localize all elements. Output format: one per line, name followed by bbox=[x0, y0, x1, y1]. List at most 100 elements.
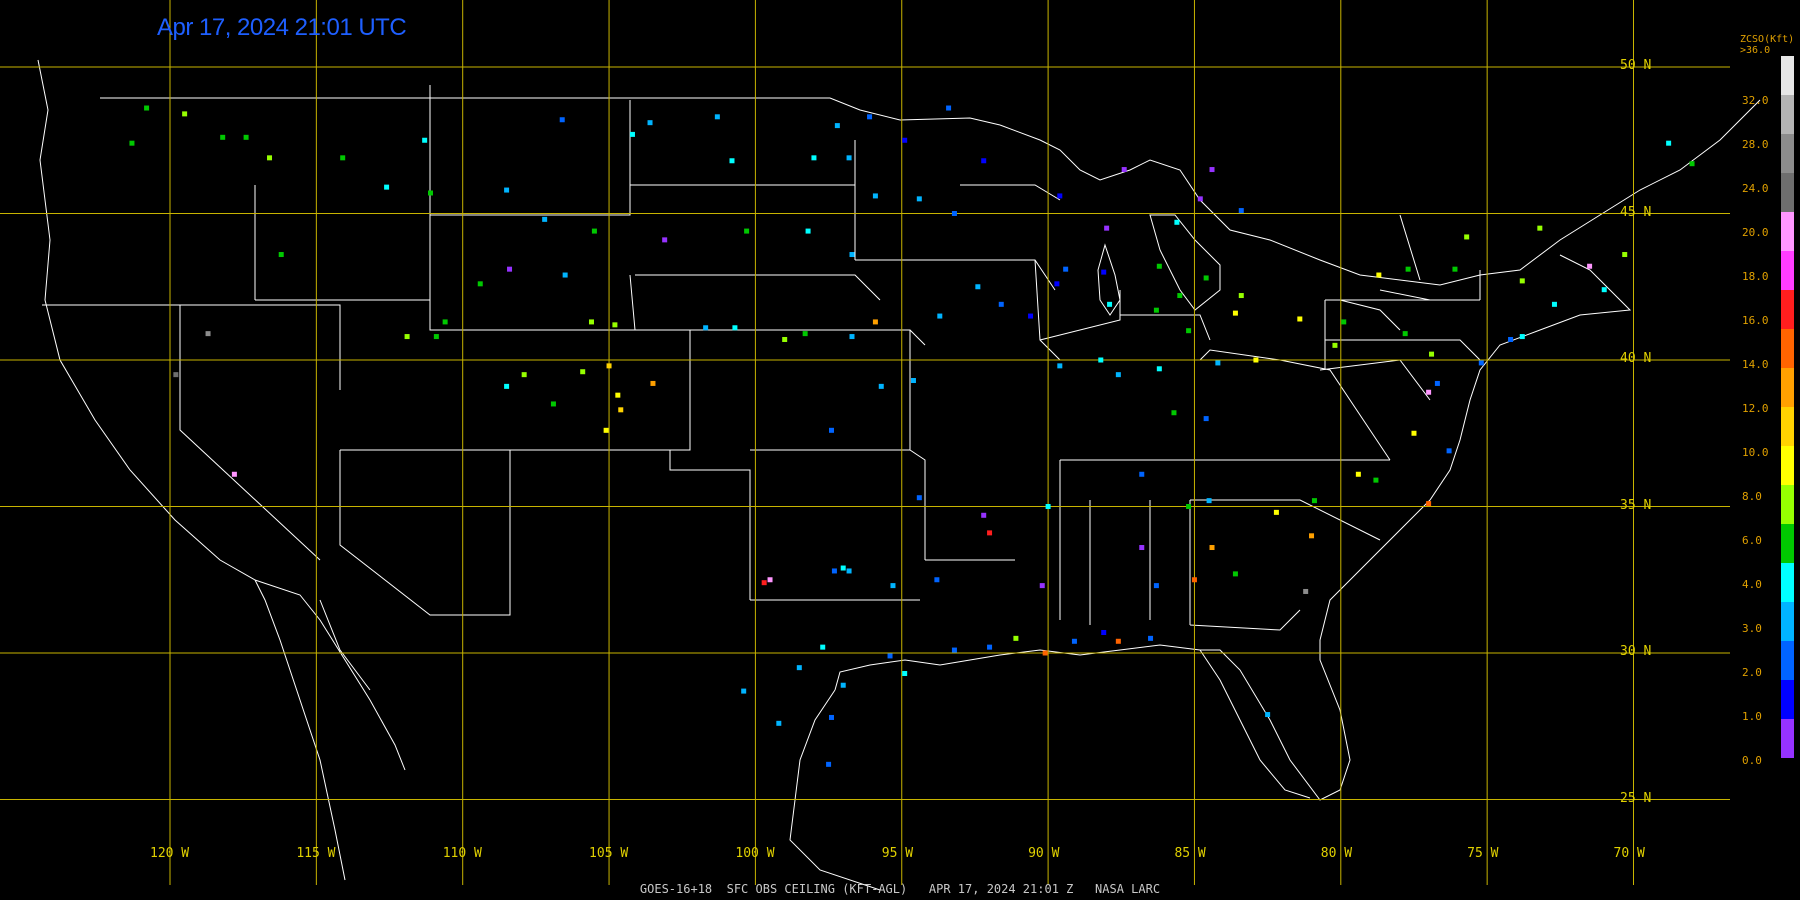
legend-value-label: 12.0 bbox=[1742, 402, 1769, 415]
station-marker bbox=[767, 577, 773, 583]
station-marker bbox=[776, 720, 782, 726]
station-marker bbox=[1666, 140, 1672, 146]
station-marker bbox=[744, 228, 750, 234]
station-marker bbox=[1426, 389, 1432, 395]
legend-swatch bbox=[1781, 290, 1794, 329]
station-marker bbox=[1203, 416, 1209, 422]
legend-value-label: 10.0 bbox=[1742, 446, 1769, 459]
state-boundaries bbox=[37, 59, 1761, 891]
station-marker bbox=[404, 334, 410, 340]
station-marker bbox=[1186, 504, 1192, 509]
station-marker bbox=[1332, 342, 1338, 348]
station-marker bbox=[741, 688, 747, 694]
station-marker bbox=[231, 471, 237, 477]
station-marker bbox=[1689, 161, 1695, 167]
station-marker bbox=[428, 190, 434, 196]
station-marker bbox=[205, 331, 211, 337]
station-marker bbox=[840, 682, 846, 688]
station-marker bbox=[829, 714, 835, 720]
station-marker bbox=[987, 530, 993, 536]
station-marker bbox=[550, 401, 556, 407]
station-marker bbox=[951, 647, 957, 653]
station-marker bbox=[829, 427, 835, 433]
product-footer: GOES-16+18 SFC OBS CEILING (KFT-AGL) APR… bbox=[639, 882, 1161, 896]
station-marker bbox=[916, 495, 922, 501]
station-marker bbox=[849, 252, 855, 258]
station-marker bbox=[834, 123, 840, 129]
station-marker bbox=[1311, 498, 1317, 504]
legend-swatch bbox=[1781, 329, 1794, 368]
station-marker bbox=[1209, 545, 1215, 551]
latitude-label: 50 N bbox=[1620, 58, 1652, 73]
legend-value-label: 14.0 bbox=[1742, 358, 1769, 371]
station-marker bbox=[831, 568, 837, 574]
station-marker bbox=[1098, 357, 1104, 363]
station-marker bbox=[1238, 293, 1244, 299]
station-marker bbox=[1341, 319, 1347, 325]
longitude-label: 75 W bbox=[1467, 846, 1499, 861]
legend-swatch bbox=[1781, 446, 1794, 485]
legend-value-label: 0.0 bbox=[1742, 754, 1762, 767]
station-marker bbox=[782, 336, 788, 342]
legend-swatch bbox=[1781, 719, 1794, 758]
station-marker bbox=[1197, 196, 1203, 202]
longitude-label: 115 W bbox=[296, 846, 336, 861]
station-marker bbox=[591, 228, 597, 234]
latitude-label: 25 N bbox=[1620, 790, 1652, 806]
station-marker bbox=[1121, 167, 1127, 173]
station-marker bbox=[975, 284, 981, 290]
station-marker bbox=[805, 228, 811, 234]
station-marker bbox=[1115, 372, 1121, 378]
station-marker bbox=[802, 331, 808, 337]
legend-value-label: 2.0 bbox=[1742, 666, 1762, 679]
legend-value-label: 20.0 bbox=[1742, 226, 1769, 239]
station-marker bbox=[1478, 360, 1484, 366]
station-marker bbox=[1426, 501, 1432, 507]
longitude-label: 100 W bbox=[735, 846, 775, 861]
station-marker bbox=[1622, 252, 1628, 258]
station-marker bbox=[1464, 234, 1470, 240]
station-marker bbox=[1297, 316, 1303, 322]
station-marker bbox=[951, 211, 957, 216]
station-marker bbox=[732, 325, 738, 331]
legend-swatch bbox=[1781, 251, 1794, 290]
station-marker bbox=[1429, 351, 1435, 357]
legend-value-label: 4.0 bbox=[1742, 578, 1762, 591]
latitude-label: 40 N bbox=[1620, 351, 1652, 366]
station-marker bbox=[1215, 360, 1221, 366]
station-marker bbox=[504, 383, 510, 389]
station-marker bbox=[1446, 448, 1452, 454]
station-marker bbox=[477, 281, 483, 287]
station-marker bbox=[902, 671, 908, 677]
station-marker bbox=[1153, 583, 1159, 589]
station-marker bbox=[278, 252, 284, 258]
station-marker bbox=[433, 334, 439, 340]
station-marker bbox=[846, 155, 852, 161]
station-marker bbox=[1153, 307, 1159, 313]
ceiling-color-legend bbox=[1781, 56, 1794, 758]
station-marker bbox=[1028, 313, 1034, 319]
legend-swatch bbox=[1781, 641, 1794, 680]
station-marker bbox=[588, 319, 594, 325]
legend-title-units: ZCSO(Kft) bbox=[1740, 34, 1795, 45]
station-marker bbox=[173, 372, 179, 378]
station-marker bbox=[243, 134, 249, 140]
legend-value-label: 3.0 bbox=[1742, 622, 1762, 635]
station-marker bbox=[1587, 263, 1593, 269]
station-marker bbox=[521, 372, 527, 378]
lat-lon-grid bbox=[0, 0, 1730, 885]
station-marker bbox=[846, 568, 852, 574]
station-marker bbox=[1156, 366, 1162, 372]
station-marker bbox=[1405, 266, 1411, 272]
station-marker bbox=[890, 583, 896, 589]
longitude-label: 120 W bbox=[150, 846, 190, 861]
station-marker bbox=[629, 131, 635, 137]
station-marker bbox=[761, 580, 767, 586]
station-marker bbox=[220, 134, 226, 140]
station-marker bbox=[820, 644, 826, 650]
station-marker bbox=[729, 158, 735, 164]
station-marker bbox=[1309, 533, 1315, 539]
station-marker bbox=[1355, 471, 1361, 477]
station-marker bbox=[849, 334, 855, 340]
legend-swatch bbox=[1781, 485, 1794, 524]
